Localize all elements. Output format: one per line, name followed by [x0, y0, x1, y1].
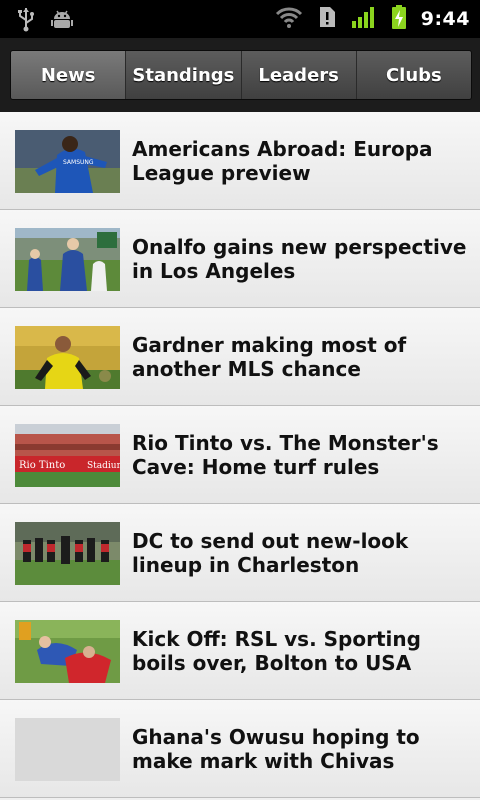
sd-card-warning-icon [317, 5, 337, 33]
news-item[interactable]: Gardner making most of another MLS chanc… [0, 308, 480, 406]
news-item[interactable]: DC to send out new-look lineup in Charle… [0, 504, 480, 602]
news-thumbnail [15, 620, 120, 683]
news-item[interactable]: Rio Tinto Stadium Rio Tinto vs. The Mons… [0, 406, 480, 504]
news-title: Ghana's Owusu hoping to make mark with C… [132, 724, 420, 773]
android-debug-icon [50, 7, 74, 35]
news-list: SAMSUNG Americans Abroad: Europa League … [0, 112, 480, 800]
news-item[interactable]: Kick Off: RSL vs. Sporting boils over, B… [0, 602, 480, 700]
banner-text-left: Rio Tinto [19, 460, 65, 471]
news-thumbnail: SAMSUNG [15, 130, 120, 193]
news-title: Gardner making most of another MLS chanc… [132, 332, 407, 381]
banner-text-right: Stadium [87, 461, 120, 471]
news-item[interactable]: Ghana's Owusu hoping to make mark with C… [0, 700, 480, 798]
battery-charging-icon [391, 4, 407, 34]
news-thumbnail [15, 522, 120, 585]
sponsor-text: SAMSUNG [63, 159, 94, 166]
news-title: DC to send out new-look lineup in Charle… [132, 528, 409, 577]
news-thumbnail [15, 326, 120, 389]
tab-news[interactable]: News [11, 51, 126, 99]
status-bar: 9:44 [0, 0, 480, 38]
signal-icon [351, 5, 377, 33]
news-title: Kick Off: RSL vs. Sporting boils over, B… [132, 626, 421, 675]
tab-group: News Standings Leaders Clubs [10, 50, 472, 100]
clock-time: 9:44 [420, 8, 470, 30]
tab-standings[interactable]: Standings [125, 51, 241, 99]
news-thumbnail-placeholder [15, 718, 120, 781]
wifi-icon [275, 5, 303, 33]
news-title: Onalfo gains new perspective in Los Ange… [132, 234, 467, 283]
tab-clubs[interactable]: Clubs [355, 51, 471, 99]
tab-leaders[interactable]: Leaders [240, 51, 356, 99]
tab-bar: News Standings Leaders Clubs [0, 38, 480, 112]
news-item[interactable]: Onalfo gains new perspective in Los Ange… [0, 210, 480, 308]
news-title: Rio Tinto vs. The Monster's Cave: Home t… [132, 430, 439, 479]
news-title: Americans Abroad: Europa League preview [132, 136, 433, 185]
news-item[interactable]: SAMSUNG Americans Abroad: Europa League … [0, 112, 480, 210]
news-thumbnail [15, 228, 120, 291]
usb-icon [16, 6, 36, 36]
news-thumbnail: Rio Tinto Stadium [15, 424, 120, 487]
